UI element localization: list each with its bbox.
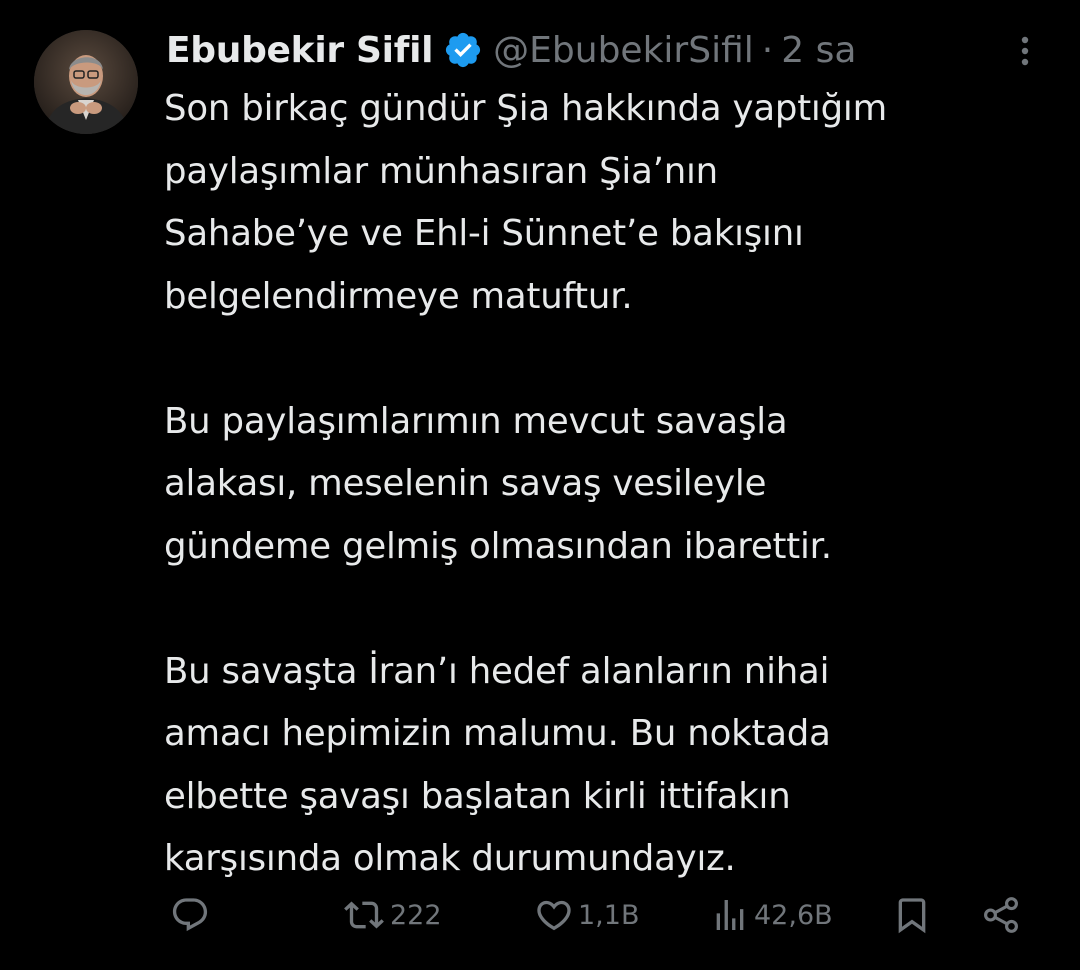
tweet-header: Ebubekir Sifil @EbubekirSifil · 2 sa: [166, 22, 856, 78]
like-count: 1,1B: [578, 899, 640, 931]
tweet-paragraph: Bu savaşta İran’ı hedef alanların nihai …: [164, 641, 1054, 891]
text-line: Bu paylaşımlarımın mevcut savaşla: [164, 400, 788, 442]
reply-icon: [170, 895, 210, 935]
reply-button[interactable]: [170, 885, 210, 945]
like-button[interactable]: 1,1B: [534, 885, 639, 945]
text-line: elbette şavaşı başlatan kirli ittifakın: [164, 775, 791, 817]
text-line: belgelendirmeye matuftur.: [164, 275, 633, 317]
tweet-text: Son birkaç gündür Şia hakkında yaptığım …: [164, 78, 1054, 891]
text-line: amacı hepimizin malumu. Bu noktada: [164, 713, 831, 754]
share-button[interactable]: [980, 885, 1022, 945]
tweet-paragraph: Bu paylaşımlarımın mevcut savaşla alakas…: [164, 391, 1054, 579]
analytics-bar-icon: [710, 895, 750, 935]
views-button[interactable]: 42,6B: [710, 885, 833, 945]
text-line: Bu savaşta İran’ı hedef alanların nihai: [164, 650, 830, 692]
tweet-paragraph: Son birkaç gündür Şia hakkında yaptığım …: [164, 78, 1054, 328]
heart-icon: [534, 895, 574, 935]
text-line: alakası, meselenin savaş vesileyle: [164, 463, 767, 504]
tweet-actions-bar: 222 1,1B 42,6B: [166, 885, 1036, 945]
avatar[interactable]: [34, 30, 138, 134]
retweet-icon: [342, 895, 386, 935]
author-handle[interactable]: @EbubekirSifil: [493, 30, 754, 71]
text-line: Sahabe’ye ve Ehl-i Sünnet’e bakışını: [164, 213, 804, 254]
separator-dot: ·: [761, 29, 774, 71]
text-line: karşısında olmak durumundayız.: [164, 838, 736, 879]
text-line: paylaşımlar münhasıran Şia’nın: [164, 150, 718, 192]
tweet-timestamp[interactable]: 2 sa: [781, 30, 856, 71]
author-display-name[interactable]: Ebubekir Sifil: [166, 30, 433, 71]
text-line: Son birkaç gündür Şia hakkında yaptığım: [164, 88, 887, 129]
bookmark-icon: [892, 895, 932, 935]
more-options-icon[interactable]: [1010, 34, 1040, 68]
views-count: 42,6B: [754, 899, 833, 931]
retweet-button[interactable]: 222: [342, 885, 442, 945]
text-line: gündeme gelmiş olmasından ibarettir.: [164, 525, 832, 567]
bookmark-button[interactable]: [892, 885, 932, 945]
tweet[interactable]: Ebubekir Sifil @EbubekirSifil · 2 sa Son…: [0, 0, 1080, 970]
verified-badge-icon[interactable]: [443, 30, 483, 70]
retweet-count: 222: [390, 899, 442, 931]
share-icon: [980, 894, 1022, 936]
avatar-photo: [34, 30, 138, 134]
